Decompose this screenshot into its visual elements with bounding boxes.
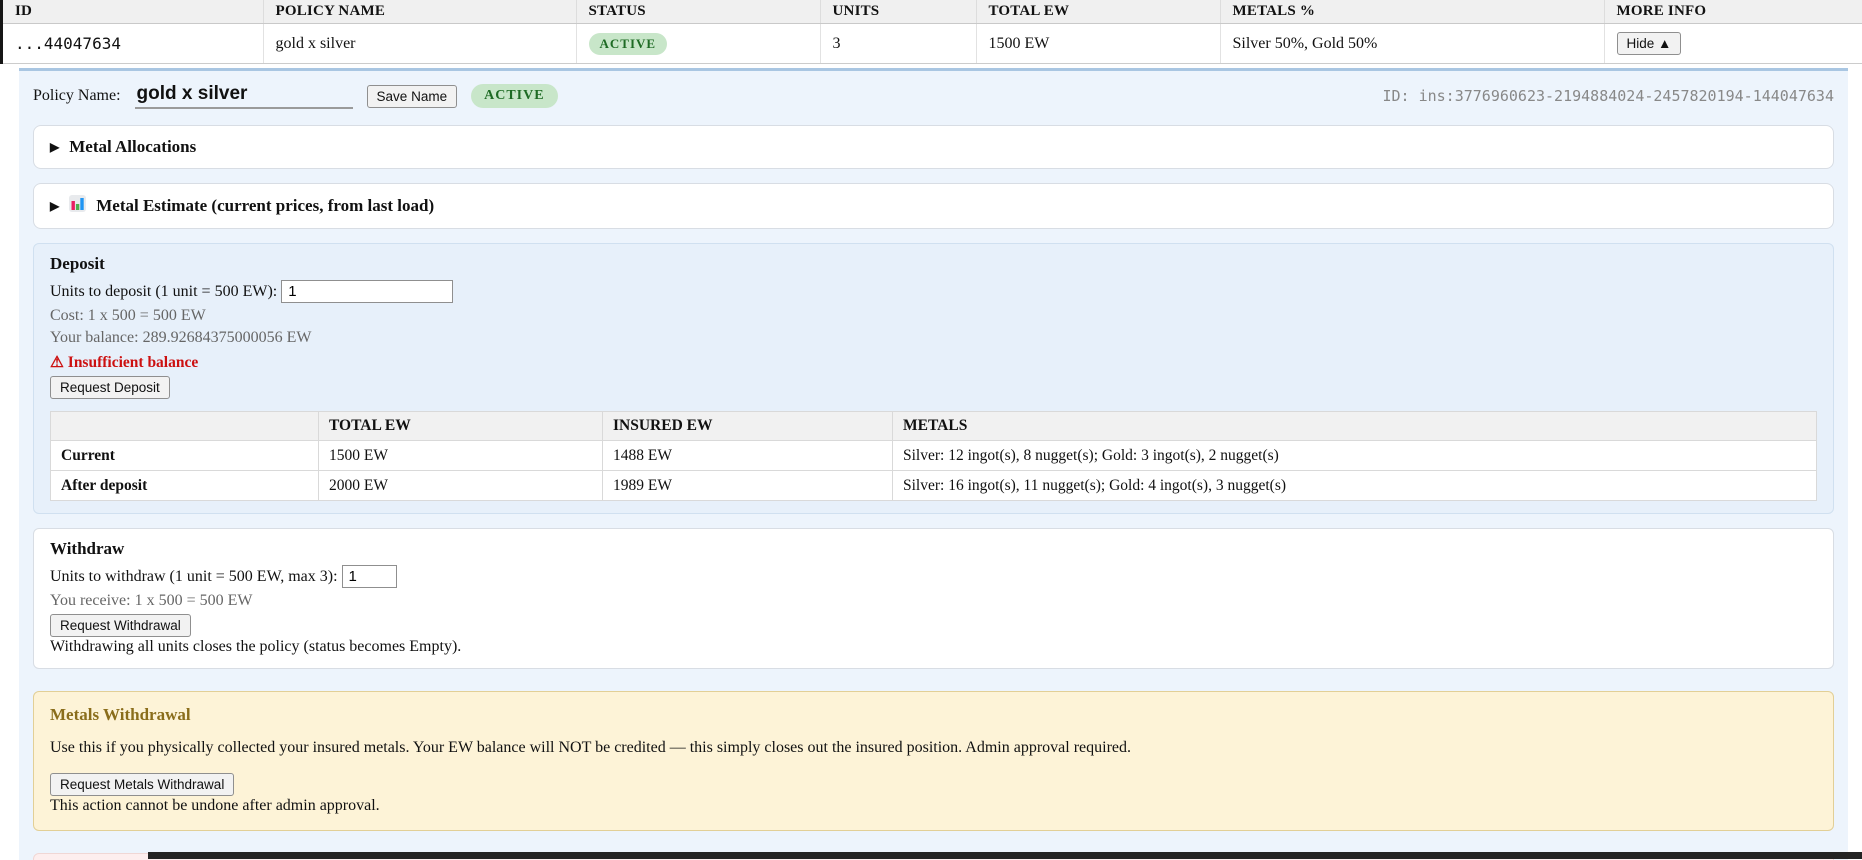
policy-name-row: Policy Name: Save Name ACTIVE ID: ins:37… [33,81,1834,111]
hide-details-button[interactable]: Hide ▲ [1616,32,1682,55]
policies-table: ID POLICY NAME STATUS UNITS TOTAL EW MET… [3,0,1862,64]
policies-table-wrap: ID POLICY NAME STATUS UNITS TOTAL EW MET… [0,0,1862,64]
withdraw-note: Withdrawing all units closes the policy … [50,638,462,655]
metals-withdrawal-note: This action cannot be undone after admin… [50,797,380,814]
policy-total-ew-cell: 1500 EW [976,23,1221,64]
withdraw-units-row: Units to withdraw (1 unit = 500 EW, max … [50,565,1817,588]
after-total-ew: 2000 EW [318,470,603,501]
bar-chart-icon [69,195,87,217]
withdraw-receive-line: You receive: 1 x 500 = 500 EW [50,592,253,609]
policy-metals-pct-cell: Silver 50%, Gold 50% [1220,23,1605,64]
balance-line: Your balance: 289.92684375000056 EW [50,329,312,346]
policy-row: ...44047634 gold x silver ACTIVE 3 1500 … [3,23,1862,64]
metals-withdrawal-description: Use this if you physically collected you… [50,739,1131,756]
disclosure-triangle-icon: ▶ [50,198,60,213]
bottom-edge-bar [148,852,1862,859]
table-row-current: Current 1500 EW 1488 EW Silver: 12 ingot… [50,440,1817,471]
save-name-button[interactable]: Save Name [366,84,458,108]
policy-more-info-cell: Hide ▲ [1604,23,1862,64]
current-metals: Silver: 12 ingot(s), 8 nugget(s); Gold: … [892,440,1817,471]
preview-col-insured-ew: INSURED EW [602,411,893,441]
warning-text: Insufficient balance [67,354,199,371]
warning-icon: ⚠ [50,354,64,371]
status-badge: ACTIVE [471,84,558,108]
preview-col-metals: METALS [892,411,1817,441]
table-row-after-deposit: After deposit 2000 EW 1989 EW Silver: 16… [50,470,1817,501]
col-header-units: UNITS [820,0,977,24]
metals-withdrawal-title: Metals Withdrawal [50,705,191,724]
col-header-status: STATUS [576,0,821,24]
policies-header-row: ID POLICY NAME STATUS UNITS TOTAL EW MET… [3,0,1862,24]
metals-withdrawal-section: Metals Withdrawal Use this if you physic… [33,691,1834,831]
metal-estimate-title: Metal Estimate (current prices, from las… [96,196,435,215]
request-withdrawal-button[interactable]: Request Withdrawal [50,614,191,637]
request-deposit-button[interactable]: Request Deposit [50,376,170,399]
current-total-ew: 1500 EW [318,440,603,471]
policy-id-cell: ...44047634 [3,23,264,64]
deposit-units-label: Units to deposit (1 unit = 500 EW): [50,283,278,300]
after-metals: Silver: 16 ingot(s), 11 nugget(s); Gold:… [892,470,1817,501]
deposit-units-row: Units to deposit (1 unit = 500 EW): [50,280,1817,303]
policy-name-label: Policy Name: [33,87,121,104]
policy-name-input[interactable] [134,83,353,109]
deposit-cost-line: Cost: 1 x 500 = 500 EW [50,307,206,324]
current-insured-ew: 1488 EW [602,440,893,471]
section-metal-allocations[interactable]: ▶ Metal Allocations [33,125,1834,169]
metal-allocations-title: Metal Allocations [69,137,197,156]
policy-units-cell: 3 [820,23,977,64]
insufficient-balance-warning: ⚠ Insufficient balance [50,353,1817,372]
preview-corner-cell [50,411,319,441]
col-header-more-info: MORE INFO [1604,0,1862,24]
policy-detail-panel: Policy Name: Save Name ACTIVE ID: ins:37… [19,68,1848,860]
deposit-title: Deposit [50,254,105,273]
after-insured-ew: 1989 EW [602,470,893,501]
request-metals-withdrawal-button[interactable]: Request Metals Withdrawal [50,773,235,796]
status-badge: ACTIVE [588,32,668,55]
withdraw-units-label: Units to withdraw (1 unit = 500 EW, max … [50,568,338,585]
policy-instance-id: ID: ins:3776960623-2194884024-2457820194… [1382,87,1834,105]
preview-col-total-ew: TOTAL EW [318,411,603,441]
withdraw-title: Withdraw [50,539,125,558]
row-label: Current [50,440,319,471]
row-label: After deposit [50,470,319,501]
col-header-id: ID [3,0,264,24]
col-header-total-ew: TOTAL EW [976,0,1221,24]
deposit-section: Deposit Units to deposit (1 unit = 500 E… [33,243,1834,514]
withdraw-units-input[interactable] [341,565,397,588]
withdraw-section: Withdraw Units to withdraw (1 unit = 500… [33,528,1834,669]
section-metal-estimate[interactable]: ▶ Metal Estimate (current prices, from l… [33,183,1834,229]
deposit-units-input[interactable] [281,280,454,303]
deposit-preview-table: TOTAL EW INSURED EW METALS Current 1500 … [50,411,1817,501]
disclosure-triangle-icon: ▶ [50,139,60,154]
policy-name-cell: gold x silver [263,23,577,64]
col-header-policy-name: POLICY NAME [263,0,577,24]
preview-header-row: TOTAL EW INSURED EW METALS [50,411,1817,441]
col-header-metals-pct: METALS % [1220,0,1605,24]
policy-status-cell: ACTIVE [576,23,821,64]
